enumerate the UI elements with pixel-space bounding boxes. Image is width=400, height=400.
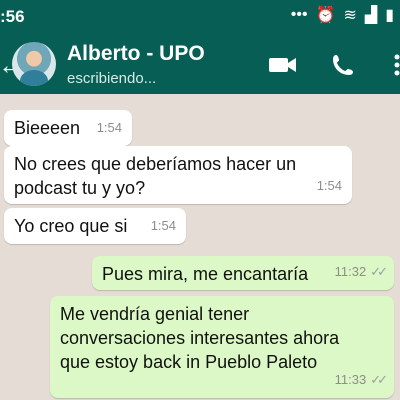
message-time: 11:32 ✓✓ bbox=[334, 264, 388, 279]
message-incoming[interactable]: Yo creo que si 1:54 bbox=[4, 208, 186, 244]
double-check-icon: ✓✓ bbox=[370, 264, 388, 279]
clock: :56 bbox=[0, 7, 25, 26]
phone-icon bbox=[333, 55, 353, 75]
message-time: 11:33 ✓✓ bbox=[334, 372, 388, 387]
status-bar: :56 ••• ⏰ ≋ ▟ ▮ bbox=[0, 0, 400, 34]
message-text: Me vendría genial tener conversaciones i… bbox=[60, 304, 340, 372]
message-time: 1:54 bbox=[316, 178, 342, 193]
contact-status: escribiendo... bbox=[67, 70, 157, 87]
voice-call-button[interactable] bbox=[328, 50, 358, 80]
alarm-icon: ⏰ bbox=[315, 7, 336, 24]
avatar[interactable] bbox=[12, 42, 56, 86]
more-options-button[interactable] bbox=[382, 50, 400, 80]
signal-icon: ▟ bbox=[364, 7, 378, 24]
battery-icon: ▮ bbox=[385, 7, 394, 24]
message-outgoing[interactable]: Pues mira, me encantaría 11:32 ✓✓ bbox=[92, 256, 394, 290]
double-check-icon: ✓✓ bbox=[370, 372, 388, 387]
message-list[interactable]: Bieeeen 1:54 No crees que deberíamos hac… bbox=[0, 94, 400, 400]
message-time: 1:54 bbox=[96, 120, 122, 135]
wifi-icon: ≋ bbox=[343, 7, 357, 24]
contact-name[interactable]: Alberto - UPO bbox=[67, 42, 205, 66]
video-call-button[interactable] bbox=[268, 50, 298, 80]
message-text: No crees que deberíamos hacer un podcast… bbox=[14, 154, 297, 198]
message-incoming[interactable]: Bieeeen 1:54 bbox=[4, 110, 132, 146]
message-time: 1:54 bbox=[150, 218, 176, 233]
video-camera-icon bbox=[269, 58, 296, 72]
status-icons: ••• ⏰ ≋ ▟ ▮ bbox=[291, 5, 394, 25]
message-outgoing[interactable]: Me vendría genial tener conversaciones i… bbox=[50, 296, 394, 398]
chat-header: ← Alberto - UPO escribiendo... bbox=[0, 34, 400, 94]
dots-icon: ••• bbox=[290, 6, 308, 23]
more-vert-icon bbox=[394, 54, 400, 76]
message-incoming[interactable]: No crees que deberíamos hacer un podcast… bbox=[4, 146, 352, 204]
